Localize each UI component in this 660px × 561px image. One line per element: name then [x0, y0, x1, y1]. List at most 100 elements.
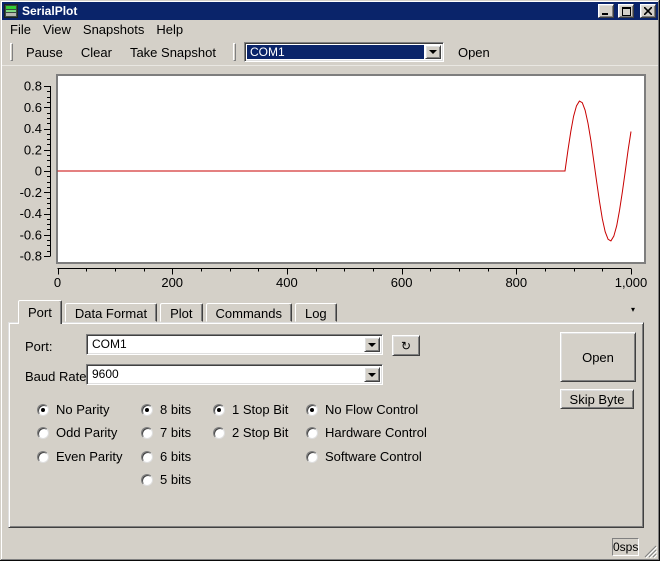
toolbar-open-button[interactable]: Open	[449, 43, 499, 62]
radio-no-parity[interactable]: No Parity	[37, 403, 109, 416]
toolbar-port-value: COM1	[247, 45, 424, 59]
port-tab-content: Port: COM1 ↻ Baud Rate: 9600 Open Skip B…	[8, 322, 644, 528]
radio-icon	[213, 427, 225, 439]
port-combobox[interactable]: COM1	[86, 334, 383, 355]
app-window: SerialPlot File View Snapshots Help Paus…	[0, 0, 660, 561]
radio-label: 2 Stop Bit	[232, 425, 288, 440]
radio-label: Hardware Control	[325, 425, 427, 440]
baud-dropdown-button[interactable]	[364, 367, 380, 382]
radio-label: Even Parity	[56, 449, 122, 464]
svg-text:400: 400	[276, 275, 298, 290]
port-value: COM1	[89, 337, 363, 352]
toolbar-port-dropdown-button[interactable]	[425, 45, 441, 59]
app-icon	[4, 4, 18, 18]
tab-port[interactable]: Port	[18, 300, 62, 324]
svg-text:-0.8: -0.8	[20, 249, 42, 264]
tab-label: Log	[305, 306, 327, 321]
open-port-button[interactable]: Open	[560, 332, 636, 382]
toolbar-port-combobox[interactable]: COM1	[244, 42, 444, 62]
minimize-button[interactable]	[598, 4, 614, 18]
svg-text:1,000: 1,000	[615, 275, 648, 290]
radio-even-parity[interactable]: Even Parity	[37, 450, 122, 463]
plot-area[interactable]: 02004006008001,0000.80.60.40.20-0.2-0.4-…	[2, 66, 658, 298]
title-bar[interactable]: SerialPlot	[2, 2, 658, 20]
take-snapshot-button[interactable]: Take Snapshot	[121, 43, 225, 62]
svg-text:0.4: 0.4	[24, 121, 42, 136]
refresh-ports-button[interactable]: ↻	[392, 335, 420, 356]
radio-7-bits[interactable]: 7 bits	[141, 426, 191, 439]
radio-1-stop-bit[interactable]: 1 Stop Bit	[213, 403, 288, 416]
svg-text:600: 600	[391, 275, 413, 290]
chevron-down-icon	[429, 50, 437, 54]
svg-text:0.6: 0.6	[24, 100, 42, 115]
radio-label: No Flow Control	[325, 402, 418, 417]
baud-rate-combobox[interactable]: 9600	[86, 364, 383, 385]
svg-text:200: 200	[161, 275, 183, 290]
radio-hardware-control[interactable]: Hardware Control	[306, 426, 427, 439]
radio-label: 8 bits	[160, 402, 191, 417]
svg-text:0.8: 0.8	[24, 79, 42, 94]
menu-help[interactable]: Help	[150, 21, 189, 38]
svg-text:0: 0	[54, 275, 61, 290]
radio-8-bits[interactable]: 8 bits	[141, 403, 191, 416]
baud-rate-value: 9600	[89, 367, 363, 382]
port-dropdown-button[interactable]	[364, 337, 380, 352]
radio-6-bits[interactable]: 6 bits	[141, 450, 191, 463]
radio-label: 1 Stop Bit	[232, 402, 288, 417]
svg-text:-0.2: -0.2	[20, 185, 42, 200]
svg-text:0: 0	[35, 164, 42, 179]
port-label: Port:	[25, 339, 52, 354]
menu-file[interactable]: File	[4, 21, 37, 38]
tab-log[interactable]: Log	[295, 303, 337, 322]
radio-icon	[37, 427, 49, 439]
radio-2-stop-bit[interactable]: 2 Stop Bit	[213, 426, 288, 439]
radio-label: Software Control	[325, 449, 422, 464]
maximize-icon	[622, 7, 631, 16]
radio-icon	[141, 404, 153, 416]
radio-icon	[213, 404, 225, 416]
radio-label: Odd Parity	[56, 425, 117, 440]
clear-button[interactable]: Clear	[72, 43, 121, 62]
chevron-down-icon	[368, 373, 376, 377]
radio-icon	[306, 451, 318, 463]
radio-label: 6 bits	[160, 449, 191, 464]
skip-byte-button[interactable]: Skip Byte	[560, 389, 634, 409]
maximize-button[interactable]	[618, 4, 634, 18]
settings-panel: Port Data Format Plot Commands Log ▾ Por…	[2, 298, 658, 530]
radio-icon	[141, 451, 153, 463]
close-icon	[644, 7, 652, 15]
close-button[interactable]	[640, 4, 656, 18]
tab-plot[interactable]: Plot	[160, 303, 202, 322]
toolbar-grip-icon[interactable]	[233, 43, 236, 61]
tab-label: Commands	[216, 306, 282, 321]
tab-label: Port	[28, 305, 52, 320]
radio-odd-parity[interactable]: Odd Parity	[37, 426, 117, 439]
radio-label: No Parity	[56, 402, 109, 417]
menu-view[interactable]: View	[37, 21, 77, 38]
waveform-chart: 02004006008001,0000.80.60.40.20-0.2-0.4-…	[2, 66, 658, 298]
radio-software-control[interactable]: Software Control	[306, 450, 422, 463]
pause-button[interactable]: Pause	[17, 43, 72, 62]
toolbar: Pause Clear Take Snapshot COM1 Open	[2, 39, 658, 66]
tab-data-format[interactable]: Data Format	[65, 303, 157, 322]
resize-grip-icon[interactable]	[644, 545, 657, 558]
radio-icon	[306, 404, 318, 416]
radio-no-flow-control[interactable]: No Flow Control	[306, 403, 418, 416]
sps-counter: 0sps	[612, 538, 639, 556]
toolbar-grip-icon[interactable]	[10, 43, 13, 61]
baud-rate-label: Baud Rate:	[25, 369, 90, 384]
radio-icon	[37, 451, 49, 463]
tab-bar: Port Data Format Plot Commands Log	[18, 300, 340, 322]
svg-text:0.2: 0.2	[24, 142, 42, 157]
menu-bar: File View Snapshots Help	[2, 20, 658, 39]
svg-text:-0.6: -0.6	[20, 227, 42, 242]
tab-label: Data Format	[75, 306, 147, 321]
radio-5-bits[interactable]: 5 bits	[141, 473, 191, 486]
refresh-icon: ↻	[401, 339, 411, 353]
radio-icon	[306, 427, 318, 439]
menu-snapshots[interactable]: Snapshots	[77, 21, 150, 38]
svg-text:-0.4: -0.4	[20, 206, 42, 221]
radio-label: 5 bits	[160, 472, 191, 487]
panel-menu-arrow-icon[interactable]: ▾	[631, 306, 635, 314]
tab-commands[interactable]: Commands	[206, 303, 292, 322]
